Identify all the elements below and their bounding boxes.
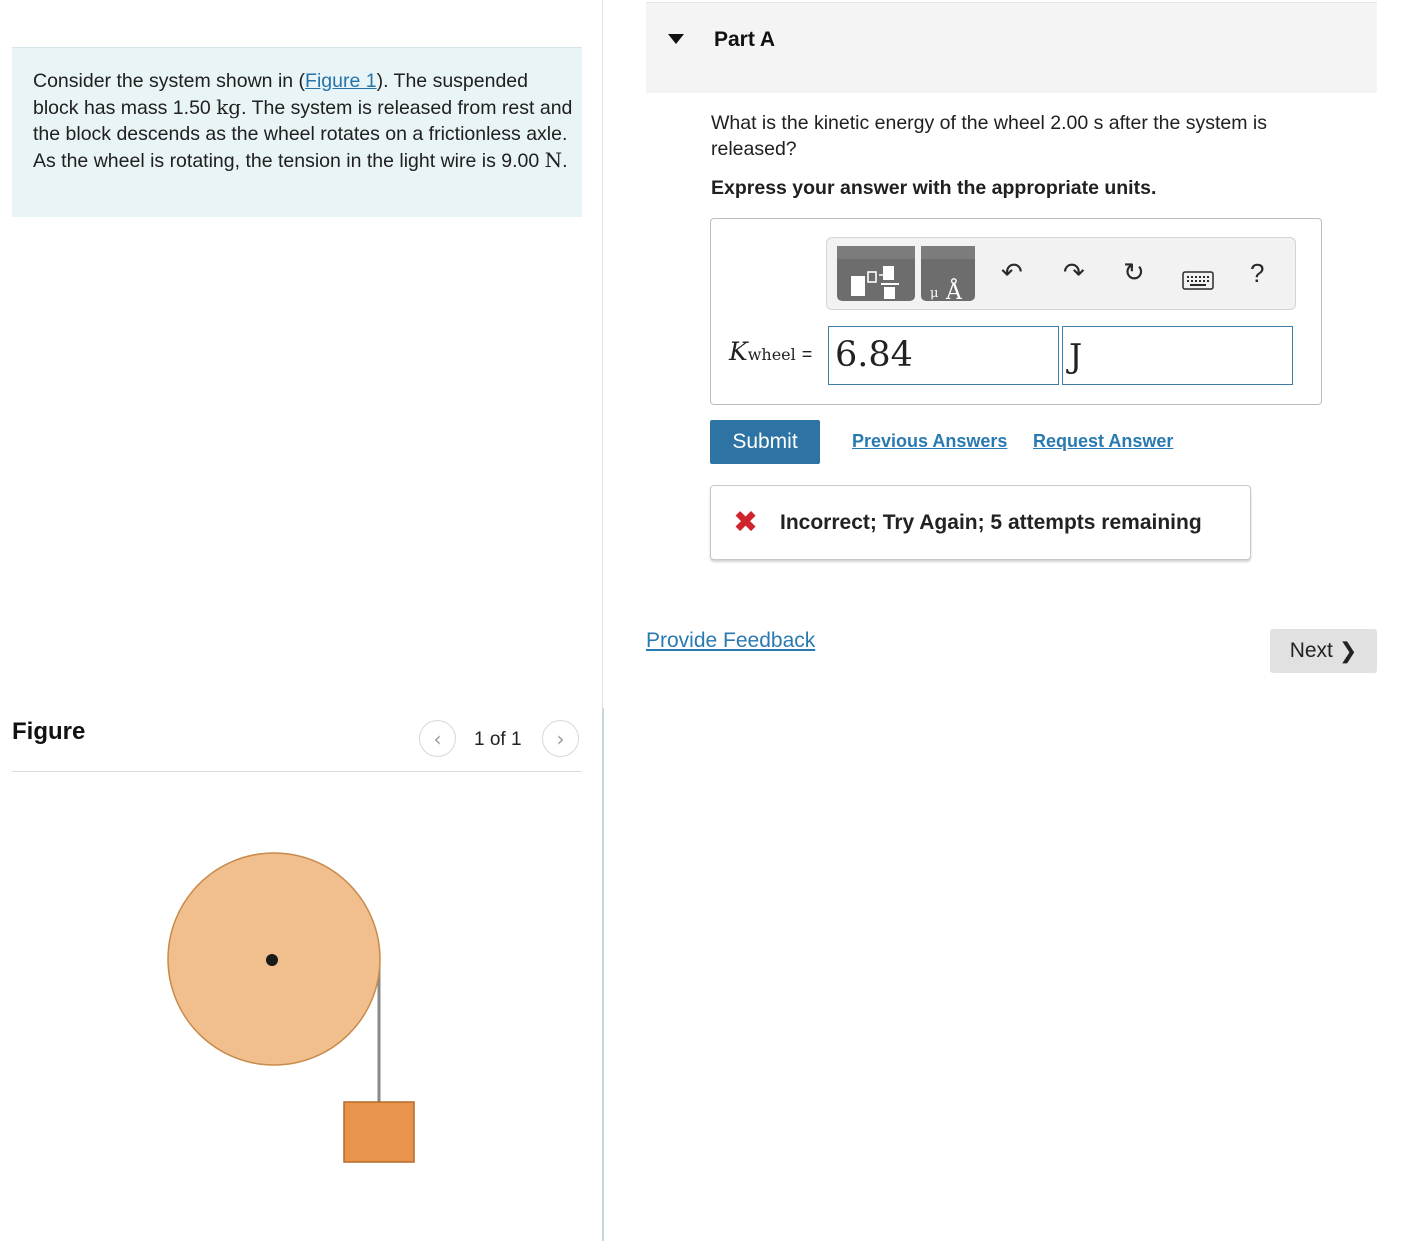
submit-button[interactable]: Submit bbox=[710, 420, 820, 464]
next-label: Next bbox=[1289, 639, 1333, 662]
part-header[interactable]: Part A bbox=[646, 2, 1377, 93]
reset-icon[interactable]: ↻ bbox=[1123, 258, 1145, 288]
mass-unit: kg bbox=[216, 95, 242, 119]
help-icon[interactable]: ? bbox=[1250, 258, 1264, 289]
axle-dot bbox=[266, 954, 278, 966]
keyboard-icon bbox=[1182, 271, 1214, 290]
chevron-left-icon: ‹ bbox=[433, 726, 442, 751]
undo-icon[interactable]: ↶ bbox=[1001, 258, 1023, 288]
figure-divider bbox=[12, 771, 582, 772]
problem-text-part: . bbox=[562, 150, 568, 172]
wheel-block-figure bbox=[167, 852, 415, 1163]
equals-sign: = bbox=[801, 344, 813, 364]
figure-title: Figure bbox=[12, 718, 86, 745]
answer-variable-label: Kwheel = bbox=[729, 337, 812, 366]
answer-instruction: Express your answer with the appropriate… bbox=[711, 177, 1157, 199]
problem-statement-box: Consider the system shown in (Figure 1).… bbox=[12, 47, 582, 217]
figure-link[interactable]: Figure 1 bbox=[305, 70, 377, 92]
suspended-block bbox=[343, 1101, 415, 1163]
prev-figure-button[interactable]: ‹ bbox=[419, 720, 456, 757]
templates-icon bbox=[837, 246, 915, 299]
previous-answers-link[interactable]: Previous Answers bbox=[852, 431, 1007, 452]
feedback-box: ✖ Incorrect; Try Again; 5 attempts remai… bbox=[710, 485, 1251, 560]
chevron-right-icon: ❯ bbox=[1338, 638, 1358, 664]
svg-text:Å: Å bbox=[945, 277, 963, 301]
svg-text:μ: μ bbox=[930, 286, 938, 301]
next-button[interactable]: Next ❯ bbox=[1270, 629, 1377, 673]
problem-text: Consider the system shown in (Figure 1).… bbox=[33, 68, 573, 174]
answer-unit-input[interactable]: J bbox=[1062, 326, 1293, 385]
next-figure-button[interactable]: › bbox=[542, 720, 579, 757]
units-icon: μ Å bbox=[921, 246, 975, 305]
provide-feedback-link[interactable]: Provide Feedback bbox=[646, 629, 815, 653]
answer-box: μ Å ↶ ↷ ↻ ? Kwheel = 6.84 J bbox=[710, 218, 1322, 405]
caret-down-icon[interactable] bbox=[668, 34, 684, 44]
redo-icon[interactable]: ↷ bbox=[1063, 258, 1085, 288]
problem-text-part: Consider the system shown in ( bbox=[33, 70, 306, 92]
variable-symbol: K bbox=[729, 337, 748, 366]
feedback-message: Incorrect; Try Again; 5 attempts remaini… bbox=[780, 511, 1202, 534]
question-text: What is the kinetic energy of the wheel … bbox=[711, 112, 1268, 160]
math-toolbar: μ Å ↶ ↷ ↻ ? bbox=[826, 237, 1296, 310]
templates-button[interactable] bbox=[837, 246, 915, 301]
request-answer-link[interactable]: Request Answer bbox=[1033, 431, 1173, 452]
variable-subscript: wheel bbox=[747, 345, 796, 364]
chevron-right-icon: › bbox=[556, 726, 565, 751]
keyboard-button[interactable] bbox=[1182, 271, 1214, 296]
figure-counter: 1 of 1 bbox=[474, 729, 522, 750]
units-button[interactable]: μ Å bbox=[921, 246, 975, 305]
part-title: Part A bbox=[714, 28, 776, 51]
answer-value-input[interactable]: 6.84 bbox=[828, 326, 1059, 385]
tension-unit: N bbox=[544, 148, 563, 172]
x-icon: ✖ bbox=[733, 505, 759, 540]
column-divider-accent bbox=[602, 708, 604, 1241]
